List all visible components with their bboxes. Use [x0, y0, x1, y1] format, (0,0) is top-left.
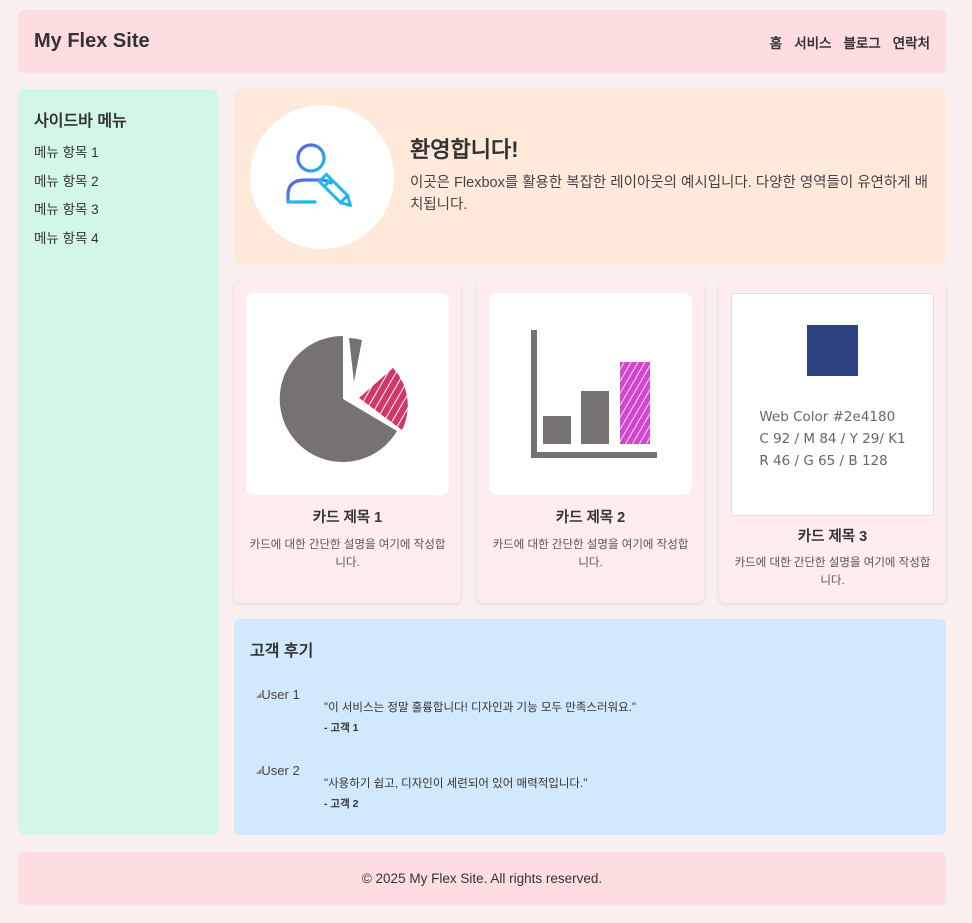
reviews-section: 고객 후기 ◢User 1 "이 서비스는 정말 훌륭합니다! 디자인과 기능 …: [234, 619, 946, 835]
reviews-title: 고객 후기: [250, 643, 314, 660]
card-1-image: [246, 293, 449, 495]
user-edit-icon: [286, 143, 352, 207]
review-quote: "사용하기 쉽고, 디자인이 세련되어 있어 매력적입니다.": [324, 778, 588, 790]
sidebar-item-2[interactable]: 메뉴 항목 2: [34, 172, 202, 201]
main-nav: 홈 서비스 블로그 연락처: [770, 32, 930, 52]
color-rgb-line: R 46 / G 65 / B 128: [759, 453, 888, 469]
card-2-text: 카드에 대한 간단한 설명을 여기에 작성합니다.: [492, 539, 689, 569]
bar-chart-icon: [530, 330, 657, 458]
welcome-title: 환영합니다!: [410, 137, 519, 162]
review-item: ◢User 2 "사용하기 쉽고, 디자인이 세련되어 있어 매력적입니다." …: [250, 763, 930, 839]
nav-contact[interactable]: 연락처: [893, 32, 930, 52]
footer-copyright: © 2025 My Flex Site. All rights reserved…: [361, 871, 603, 886]
card-1-text: 카드에 대한 간단한 설명을 여기에 작성합니다.: [249, 539, 446, 569]
site-title[interactable]: My Flex Site: [34, 30, 150, 53]
color-swatch: [807, 325, 858, 376]
card-3-title: 카드 제목 3: [797, 529, 868, 545]
review-avatar-broken: ◢User 1: [256, 687, 300, 702]
review-quote: "이 서비스는 정말 훌륭합니다! 디자인과 기능 모두 만족스러워요.": [324, 702, 636, 714]
welcome-description: 이곳은 Flexbox를 활용한 복잡한 레이아웃의 예시입니다. 다양한 영역…: [410, 175, 928, 213]
review-avatar-alt: User 2: [261, 763, 300, 778]
sidebar-title: 사이드바 메뉴: [34, 113, 127, 130]
card-3[interactable]: Web Color #2e4180 C 92 / M 84 / Y 29/ K1…: [719, 281, 946, 603]
card-3-image: Web Color #2e4180 C 92 / M 84 / Y 29/ K1…: [731, 293, 934, 516]
sidebar: 사이드바 메뉴 메뉴 항목 1 메뉴 항목 2 메뉴 항목 3 메뉴 항목 4: [18, 89, 218, 835]
nav-blog[interactable]: 블로그: [843, 32, 880, 52]
review-avatar-alt: User 1: [261, 687, 300, 702]
card-2-title: 카드 제목 2: [555, 510, 626, 526]
site-header: My Flex Site 홈 서비스 블로그 연락처: [18, 10, 946, 73]
card-1[interactable]: 카드 제목 1 카드에 대한 간단한 설명을 여기에 작성합니다.: [234, 281, 461, 603]
card-2-image: [489, 293, 692, 495]
sidebar-menu: 메뉴 항목 1 메뉴 항목 2 메뉴 항목 3 메뉴 항목 4: [34, 143, 202, 257]
card-1-title: 카드 제목 1: [312, 510, 383, 526]
review-item: ◢User 1 "이 서비스는 정말 훌륭합니다! 디자인과 기능 모두 만족스…: [250, 687, 930, 763]
welcome-image: [250, 105, 394, 249]
welcome-section: 환영합니다! 이곳은 Flexbox를 활용한 복잡한 레이아웃의 예시입니다.…: [234, 89, 946, 265]
pie-chart-icon: [279, 335, 408, 462]
review-author: - 고객 1: [324, 722, 359, 734]
nav-services[interactable]: 서비스: [794, 32, 831, 52]
sidebar-item-3[interactable]: 메뉴 항목 3: [34, 200, 202, 229]
sidebar-item-4[interactable]: 메뉴 항목 4: [34, 229, 202, 258]
color-info: Web Color #2e4180 C 92 / M 84 / Y 29/ K1…: [759, 406, 905, 472]
color-web-line: Web Color #2e4180: [759, 409, 896, 425]
card-3-text: 카드에 대한 간단한 설명을 여기에 작성합니다.: [734, 557, 931, 587]
sidebar-item-1[interactable]: 메뉴 항목 1: [34, 143, 202, 172]
color-cmyk-line: C 92 / M 84 / Y 29/ K1: [759, 431, 906, 447]
review-author: - 고객 2: [324, 798, 359, 810]
nav-home[interactable]: 홈: [770, 32, 782, 52]
card-2[interactable]: 카드 제목 2 카드에 대한 간단한 설명을 여기에 작성합니다.: [477, 281, 704, 603]
site-footer: © 2025 My Flex Site. All rights reserved…: [18, 852, 946, 905]
review-avatar-broken: ◢User 2: [256, 763, 300, 778]
